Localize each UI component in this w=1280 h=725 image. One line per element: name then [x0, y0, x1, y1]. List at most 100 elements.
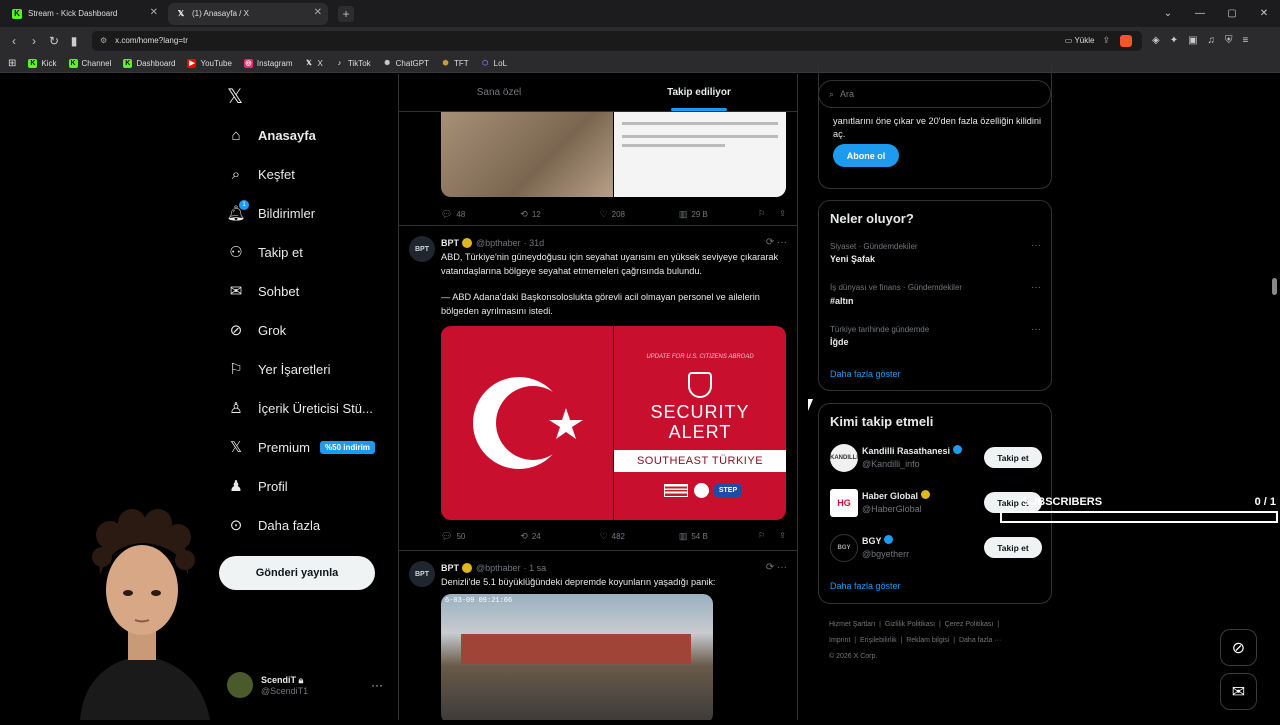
footer-link[interactable]: Hizmet Şartları — [829, 621, 875, 628]
trend-name[interactable]: İğde — [830, 337, 849, 347]
views-button[interactable]: ▥ 29 B — [679, 209, 758, 220]
like-button[interactable]: ♡ 482 — [600, 531, 679, 542]
footer-link[interactable]: Imprint — [829, 637, 850, 644]
sidebar-item-home[interactable]: ⌂ Anasayfa — [227, 126, 315, 144]
scrollbar-thumb[interactable] — [1272, 278, 1277, 295]
tweet-handle[interactable]: @bpthaber — [476, 563, 521, 573]
views-button[interactable]: ▥ 54 B — [679, 531, 758, 542]
wallet-icon[interactable]: ◈ — [1152, 35, 1160, 46]
bookmark-x[interactable]: 𝕏X — [304, 59, 323, 68]
forward-icon[interactable]: › — [24, 34, 44, 48]
trend-more-icon[interactable]: ··· — [1031, 282, 1041, 293]
trends-show-more[interactable]: Daha fazla göster — [830, 369, 901, 379]
avatar[interactable]: BPT — [409, 561, 435, 587]
tweet-video[interactable]: 6-03-09 09:21:06 — [441, 594, 713, 720]
like-button[interactable]: ♡ 208 — [600, 209, 679, 220]
bookmark-tiktok[interactable]: ♪ TikTok — [335, 59, 371, 68]
tab-following[interactable]: Takip ediliyor — [599, 74, 797, 111]
share-icon[interactable]: ⇪ — [779, 531, 786, 542]
close-icon[interactable]: ✕ — [314, 7, 322, 18]
reply-button[interactable]: 💬︎ 48 — [441, 209, 520, 220]
follow-button[interactable]: Takip et — [984, 447, 1042, 468]
account-more-icon[interactable]: ··· — [371, 678, 383, 692]
site-settings-icon[interactable]: ⚙ — [100, 36, 107, 45]
trend-name[interactable]: Yeni Şafak — [830, 254, 875, 264]
close-icon[interactable]: ✕ — [150, 7, 158, 18]
bookmark-dashboard[interactable]: K Dashboard — [123, 58, 175, 68]
tweet-more-icon[interactable]: ⟳ ··· — [766, 562, 787, 573]
tweet-card[interactable]: BPT BPT @bpthaber · 1 sa ⟳ ··· Denizli'd… — [399, 551, 797, 720]
new-tab-button[interactable]: + — [338, 5, 354, 22]
close-window-button[interactable]: ✕ — [1248, 0, 1280, 27]
bookmark-lol[interactable]: ⬡ LoL — [481, 59, 507, 68]
footer-link[interactable]: Daha fazla ··· — [959, 637, 1001, 644]
share-icon[interactable]: ⇪ — [779, 209, 786, 220]
subscribe-button[interactable]: Abone ol — [833, 144, 899, 167]
bookmark-youtube[interactable]: ▶ YouTube — [187, 58, 232, 68]
post-button[interactable]: Gönderi yayınla — [219, 556, 375, 590]
tab-x-home[interactable]: 𝕏 (1) Anasayfa / X ✕ — [168, 2, 328, 25]
chevron-down-icon[interactable]: ⌄ — [1152, 0, 1184, 27]
follow-suggestion[interactable]: BGY BGY @bgyetherr Takip et — [830, 534, 1042, 566]
tab-kick-dashboard[interactable]: K Stream - Kick Dashboard ✕ — [4, 3, 164, 25]
extensions-icon[interactable]: ✦ — [1170, 35, 1178, 46]
sidebar-item-messages[interactable]: ✉ Sohbet — [227, 282, 300, 300]
sidebar-item-profile[interactable]: ♟ Profil — [227, 477, 287, 495]
tweet-time[interactable]: · 1 sa — [524, 563, 547, 573]
bookmark-icon[interactable]: ⚐ — [758, 531, 765, 542]
x-logo-icon[interactable]: 𝕏 — [227, 84, 243, 109]
tweet-time[interactable]: · 31d — [524, 238, 545, 248]
tweet-handle[interactable]: @bpthaber — [476, 238, 521, 248]
share-icon[interactable]: ⇪ — [1102, 35, 1110, 46]
footer-link[interactable]: Reklam bilgisi — [906, 637, 949, 644]
url-field[interactable]: ⚙ x.com/home?lang=tr ▭ Yükle ⇪ — [92, 30, 1142, 51]
tab-for-you[interactable]: Sana özel — [399, 74, 599, 111]
footer-link[interactable]: Erişilebilirlik — [860, 637, 897, 644]
tweet-card[interactable]: BPT BPT @bpthaber · 31d ⟳ ··· ABD, Türki… — [399, 226, 797, 551]
trend-more-icon[interactable]: ··· — [1031, 240, 1041, 251]
tweet-image[interactable] — [441, 112, 786, 197]
reply-button[interactable]: 💬︎ 50 — [441, 531, 520, 542]
follow-suggestion[interactable]: KANDILLI Kandilli Rasathanesi @Kandilli_… — [830, 444, 1042, 476]
who-show-more[interactable]: Daha fazla göster — [830, 581, 901, 591]
sidebar-icon[interactable]: ▣ — [1188, 35, 1197, 46]
trend-more-icon[interactable]: ··· — [1031, 324, 1041, 335]
vpn-icon[interactable]: ⛨ — [1225, 35, 1233, 46]
retweet-button[interactable]: ⟲ 24 — [520, 531, 599, 542]
trend-name[interactable]: #altın — [830, 296, 854, 306]
bookmark-icon[interactable]: ⚐ — [758, 209, 765, 220]
tweet-image[interactable]: UPDATE FOR U.S. CITIZENS ABROAD SECURITY… — [441, 326, 786, 520]
tweet-author[interactable]: BPT — [441, 238, 459, 248]
sidebar-item-bookmarks[interactable]: ⚐ Yer İşaretleri — [227, 360, 330, 378]
music-icon[interactable]: ♫ — [1208, 35, 1216, 46]
avatar[interactable]: BPT — [409, 236, 435, 262]
sidebar-item-notifications[interactable]: 🔔︎ 1 Bildirimler — [226, 200, 315, 222]
back-icon[interactable]: ‹ — [4, 34, 24, 48]
account-switcher[interactable]: ScendiT 🔒︎ @ScendiT1 — [227, 672, 308, 698]
sidebar-item-follow[interactable]: ⚇ Takip et — [227, 243, 303, 261]
bookmark-channel[interactable]: K Channel — [68, 58, 111, 68]
reload-icon[interactable]: ↻ — [44, 34, 64, 48]
maximize-button[interactable]: ▢ — [1216, 0, 1248, 27]
bookmark-tft[interactable]: ⬢ TFT — [441, 59, 468, 68]
bookmark-instagram[interactable]: ◎ Instagram — [243, 58, 292, 68]
tweet-author[interactable]: BPT — [441, 563, 459, 573]
messages-float-button[interactable]: ✉ — [1220, 673, 1257, 710]
sidebar-item-explore[interactable]: ⌕ Keşfet — [227, 165, 295, 183]
tweet-more-icon[interactable]: ⟳ ··· — [766, 237, 787, 248]
bookmark-kick[interactable]: K Kick — [28, 58, 57, 68]
retweet-button[interactable]: ⟲ 12 — [520, 209, 599, 220]
upload-button[interactable]: ▭ Yükle — [1065, 36, 1095, 45]
follow-button[interactable]: Takip et — [984, 537, 1042, 558]
sidebar-item-premium[interactable]: 𝕏 Premium %50 indirim — [227, 438, 375, 456]
menu-icon[interactable]: ≡ — [1243, 35, 1249, 46]
bookmark-icon[interactable]: ▮ — [64, 34, 84, 48]
sidebar-item-more[interactable]: ⊙ Daha fazla — [227, 516, 320, 534]
footer-link[interactable]: Gizlilik Politikası — [885, 621, 935, 628]
brave-shield-icon[interactable] — [1120, 34, 1132, 47]
sidebar-item-grok[interactable]: ⊘ Grok — [227, 321, 286, 339]
footer-link[interactable]: Çerez Politikası — [945, 621, 994, 628]
sidebar-item-creator-studio[interactable]: ♙ İçerik Üreticisi Stü... — [227, 399, 373, 417]
minimize-button[interactable]: — — [1184, 0, 1216, 27]
apps-icon[interactable]: ⊞ — [8, 58, 16, 69]
